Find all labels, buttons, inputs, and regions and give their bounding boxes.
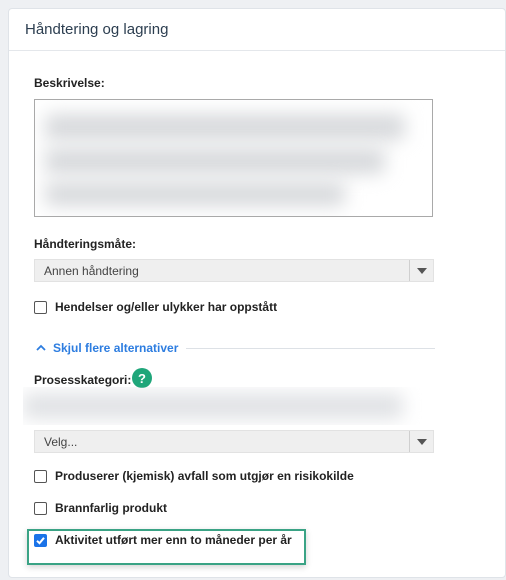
- incidents-checkbox-label: Hendelser og/eller ulykker har oppstått: [55, 300, 278, 314]
- checkmark-icon: [36, 536, 45, 545]
- handling-method-label: Håndteringsmåte:: [34, 237, 137, 251]
- process-category-blurred-content: [23, 387, 423, 425]
- hazardous-waste-checkbox-label: Produserer (kjemisk) avfall som utgjør e…: [55, 469, 354, 483]
- flammable-checkbox-row[interactable]: Brannfarlig produkt: [34, 501, 167, 515]
- chevron-down-icon[interactable]: [409, 260, 433, 281]
- hazardous-waste-checkbox[interactable]: [34, 469, 47, 483]
- card-title: Håndtering og lagring: [9, 9, 505, 51]
- process-category-value: Velg...: [44, 434, 78, 449]
- help-icon[interactable]: ?: [132, 368, 152, 388]
- handling-method-select[interactable]: Annen håndtering: [34, 259, 434, 282]
- chevron-down-icon[interactable]: [409, 431, 433, 452]
- hazardous-waste-checkbox-row[interactable]: Produserer (kjemisk) avfall som utgjør e…: [34, 469, 354, 483]
- hide-more-options-label: Skjul flere alternativer: [53, 341, 179, 355]
- incidents-checkbox[interactable]: [34, 300, 47, 314]
- flammable-checkbox[interactable]: [34, 501, 47, 515]
- toggle-more-options-row: Skjul flere alternativer: [35, 340, 435, 356]
- hide-more-options-link[interactable]: Skjul flere alternativer: [35, 341, 178, 355]
- chevron-up-icon: [36, 344, 46, 351]
- activity-duration-checkbox-row[interactable]: Aktivitet utført mer enn to måneder per …: [34, 533, 292, 547]
- process-category-select[interactable]: Velg...: [34, 430, 434, 453]
- handling-storage-card: Håndtering og lagring Beskrivelse: Håndt…: [8, 8, 506, 578]
- activity-duration-checkbox[interactable]: [34, 533, 47, 547]
- incidents-checkbox-row[interactable]: Hendelser og/eller ulykker har oppstått: [34, 300, 277, 314]
- divider: [186, 347, 435, 349]
- description-textarea[interactable]: [34, 99, 433, 217]
- handling-method-value: Annen håndtering: [44, 263, 139, 278]
- flammable-checkbox-label: Brannfarlig produkt: [55, 501, 168, 515]
- process-category-label: Prosesskategori:: [34, 373, 132, 387]
- description-label: Beskrivelse:: [34, 76, 105, 90]
- activity-duration-checkbox-label: Aktivitet utført mer enn to måneder per …: [55, 533, 292, 547]
